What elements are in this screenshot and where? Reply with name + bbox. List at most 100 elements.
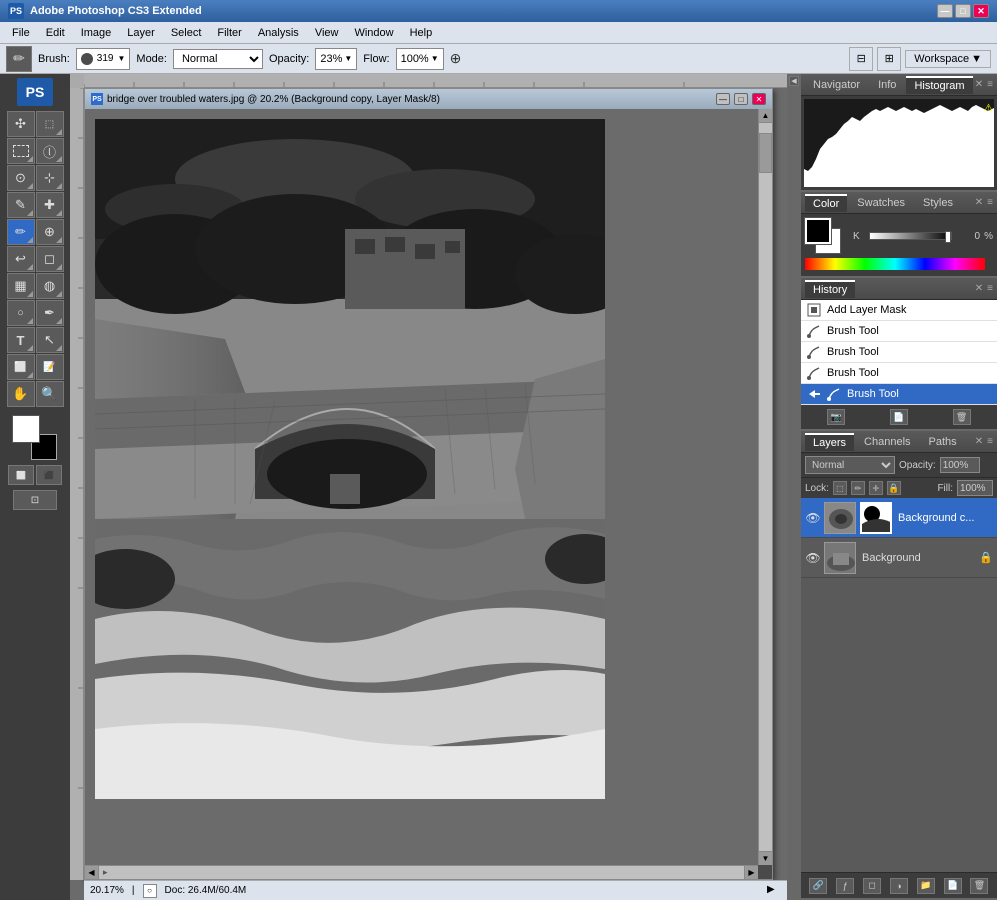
delete-layer-btn[interactable]: 🗑	[970, 878, 988, 894]
tab-paths[interactable]: Paths	[921, 433, 965, 450]
new-snapshot-btn[interactable]: 📷	[827, 409, 845, 425]
tab-info[interactable]: Info	[870, 76, 904, 93]
histogram-panel-menu[interactable]: ≡	[987, 79, 993, 90]
menu-analysis[interactable]: Analysis	[250, 25, 307, 41]
lock-image-btn[interactable]: ✏	[851, 481, 865, 495]
history-item-add-layer-mask[interactable]: Add Layer Mask	[801, 300, 997, 321]
gradient-tool[interactable]: ▦	[7, 273, 35, 299]
scroll-thumb[interactable]	[759, 133, 772, 173]
new-fill-adjustment-btn[interactable]: ◑	[890, 878, 908, 894]
artboard-tool[interactable]: ⬚	[36, 111, 64, 137]
mode-select[interactable]: Normal	[173, 49, 263, 69]
history-item-brush-1[interactable]: Brush Tool	[801, 321, 997, 342]
menu-window[interactable]: Window	[346, 25, 401, 41]
notes-tool[interactable]: 📝	[36, 354, 64, 380]
menu-image[interactable]: Image	[73, 25, 120, 41]
history-item-brush-4-active[interactable]: Brush Tool	[801, 384, 997, 405]
lasso-tool[interactable]: ⓛ	[36, 138, 64, 164]
history-panel-menu[interactable]: ≡	[987, 283, 993, 294]
zoom-tool[interactable]: 🔍	[36, 381, 64, 407]
menu-help[interactable]: Help	[402, 25, 441, 41]
dodge-tool[interactable]: ○	[7, 300, 35, 326]
proof-mode-btn[interactable]: ○	[143, 884, 157, 898]
status-menu-btn[interactable]: ▶	[767, 884, 781, 898]
tab-layers[interactable]: Layers	[805, 433, 854, 451]
hscroll-track[interactable]: ▸	[99, 866, 744, 879]
tab-color[interactable]: Color	[805, 194, 847, 212]
foreground-color-box[interactable]	[805, 218, 831, 244]
doc-close-btn[interactable]: ✕	[752, 93, 766, 105]
crop-tool[interactable]: ⊹	[36, 165, 64, 191]
quick-select-tool[interactable]: ⊙	[7, 165, 35, 191]
marquee-tool[interactable]	[7, 138, 35, 164]
canvas-scroll-area[interactable]: OceanofPXG	[85, 109, 758, 865]
history-brush-tool[interactable]: ↩	[7, 246, 35, 272]
layer-fill-input[interactable]	[957, 480, 993, 496]
menu-select[interactable]: Select	[163, 25, 210, 41]
layer-link-btn[interactable]: 🔗	[809, 878, 827, 894]
hand-tool[interactable]: ✋	[7, 381, 35, 407]
new-group-btn[interactable]: 📁	[917, 878, 935, 894]
menu-edit[interactable]: Edit	[38, 25, 73, 41]
horizontal-scrollbar[interactable]: ◀ ▸ ▶	[85, 865, 758, 879]
history-item-brush-3[interactable]: Brush Tool	[801, 363, 997, 384]
lock-position-btn[interactable]: ✛	[869, 481, 883, 495]
quick-mask-btn[interactable]: ⬛	[36, 465, 62, 485]
new-layer-btn[interactable]: 📄	[944, 878, 962, 894]
brush-picker[interactable]: 319 ▼	[76, 48, 131, 70]
tab-histogram[interactable]: Histogram	[906, 76, 972, 94]
scroll-right-btn[interactable]: ▶	[744, 866, 758, 879]
add-layer-mask-btn[interactable]: ◻	[863, 878, 881, 894]
flow-control[interactable]: 100% ▼	[396, 48, 444, 70]
color-spectrum-bar[interactable]	[805, 258, 985, 270]
type-tool[interactable]: T	[7, 327, 35, 353]
palette-btn[interactable]: ⊞	[877, 47, 901, 71]
layer-item-bg-copy[interactable]: 👁 Background c...	[801, 498, 997, 538]
close-button[interactable]: ✕	[973, 4, 989, 18]
lock-all-btn[interactable]: 🔒	[887, 481, 901, 495]
bg-copy-visibility[interactable]: 👁	[805, 510, 821, 526]
foreground-color-swatch[interactable]	[13, 416, 39, 442]
panel-collapse-btn[interactable]: ◀	[789, 76, 799, 86]
color-panel-close[interactable]: ✕	[975, 197, 983, 208]
tab-swatches[interactable]: Swatches	[849, 194, 913, 211]
layer-mode-select[interactable]: Normal	[805, 456, 895, 474]
vertical-scrollbar[interactable]: ▲ ▼	[758, 109, 772, 865]
pen-tool[interactable]: ✒	[36, 300, 64, 326]
menu-layer[interactable]: Layer	[119, 25, 163, 41]
scroll-down-btn[interactable]: ▼	[759, 851, 772, 865]
add-layer-style-btn[interactable]: ƒ	[836, 878, 854, 894]
k-slider-track[interactable]	[869, 232, 952, 240]
background-visibility[interactable]: 👁	[805, 550, 821, 566]
panel-toggle-btn[interactable]: ⊟	[849, 47, 873, 71]
brush-tool[interactable]: ✏	[7, 219, 35, 245]
maximize-button[interactable]: □	[955, 4, 971, 18]
menu-view[interactable]: View	[307, 25, 347, 41]
standard-mode-btn[interactable]: ⬜	[8, 465, 34, 485]
tab-styles[interactable]: Styles	[915, 194, 961, 211]
doc-minimize-btn[interactable]: —	[716, 93, 730, 105]
layers-panel-menu[interactable]: ≡	[987, 436, 993, 447]
doc-maximize-btn[interactable]: □	[734, 93, 748, 105]
scroll-left-btn[interactable]: ◀	[85, 866, 99, 879]
delete-history-btn[interactable]: 🗑	[953, 409, 971, 425]
tab-navigator[interactable]: Navigator	[805, 76, 868, 93]
k-slider-thumb[interactable]	[945, 231, 951, 243]
scroll-track[interactable]	[759, 123, 772, 851]
menu-filter[interactable]: Filter	[209, 25, 249, 41]
history-panel-close[interactable]: ✕	[975, 283, 983, 294]
eraser-tool[interactable]: ◻	[36, 246, 64, 272]
airbrush-icon[interactable]: ⊕	[450, 50, 462, 67]
histogram-panel-close[interactable]: ✕	[975, 79, 983, 90]
lock-transparent-btn[interactable]: ⬚	[833, 481, 847, 495]
path-selection-tool[interactable]: ↖	[36, 327, 64, 353]
new-document-btn[interactable]: 📄	[890, 409, 908, 425]
eyedropper-tool[interactable]: ✎	[7, 192, 35, 218]
shape-tool[interactable]: ⬜	[7, 354, 35, 380]
color-panel-menu[interactable]: ≡	[987, 197, 993, 208]
layer-opacity-input[interactable]	[940, 457, 980, 473]
clone-stamp-tool[interactable]: ⊕	[36, 219, 64, 245]
blur-tool[interactable]: ◍	[36, 273, 64, 299]
layer-item-background[interactable]: 👁 Background 🔒	[801, 538, 997, 578]
opacity-control[interactable]: 23% ▼	[315, 48, 357, 70]
